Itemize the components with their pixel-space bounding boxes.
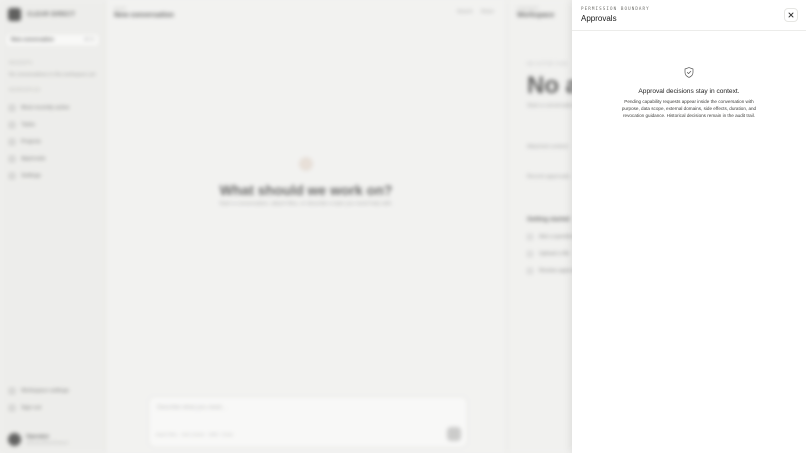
- drawer-title: Approvals: [581, 14, 617, 23]
- drawer-header: PERMISSION BOUNDARY Approvals: [572, 0, 806, 31]
- approvals-drawer: PERMISSION BOUNDARY Approvals Approval d…: [572, 0, 806, 453]
- empty-state-title: Approval decisions stay in context.: [638, 88, 740, 95]
- empty-state: Approval decisions stay in context. Pend…: [572, 65, 806, 120]
- empty-state-body: Pending capability requests appear insid…: [621, 99, 757, 119]
- close-button[interactable]: [784, 8, 798, 22]
- drawer-eyebrow: PERMISSION BOUNDARY: [581, 6, 650, 11]
- modal-backdrop[interactable]: [0, 0, 572, 453]
- close-icon: [788, 12, 794, 18]
- shield-check-icon: [684, 67, 694, 78]
